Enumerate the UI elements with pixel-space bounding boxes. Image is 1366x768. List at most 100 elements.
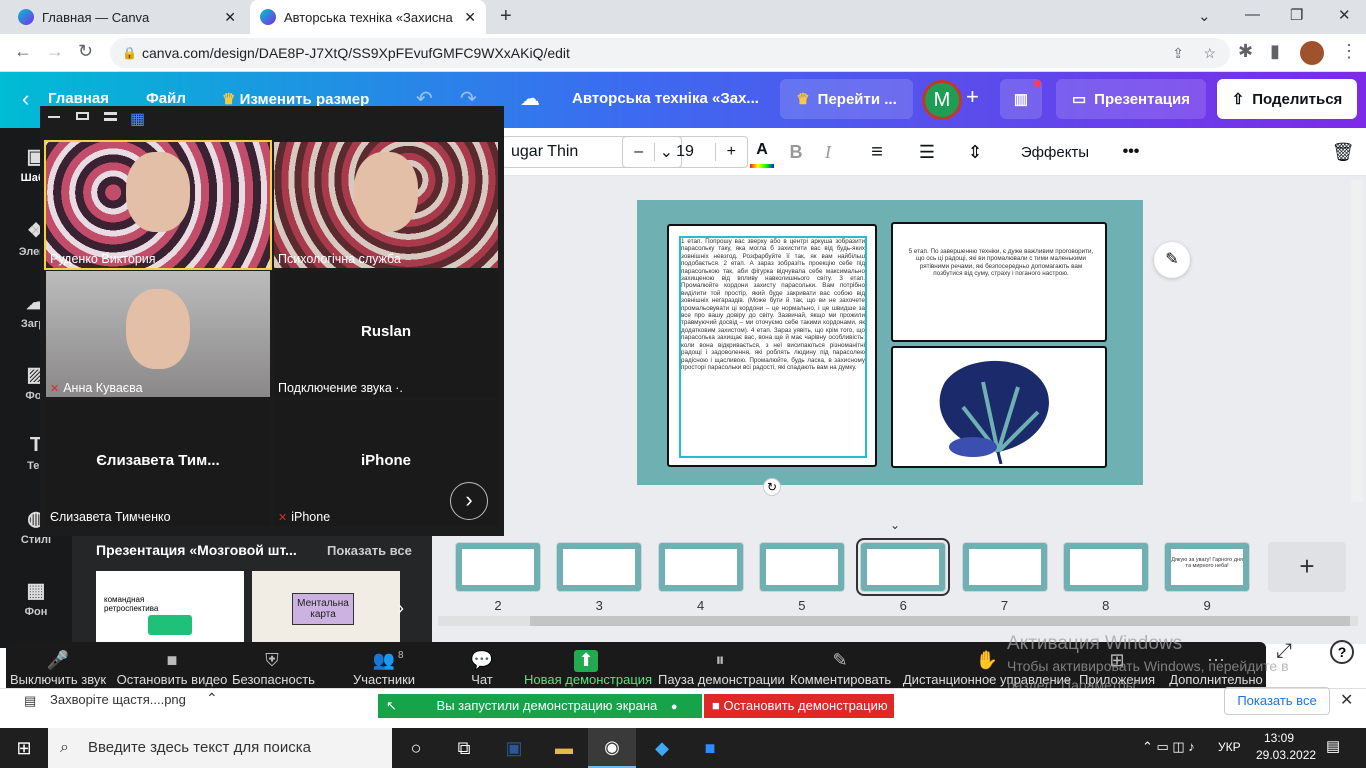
maximize-button[interactable]: ❐ (1290, 6, 1303, 24)
document-title[interactable]: Авторська техніка «Зах... (572, 90, 759, 107)
new-tab-button[interactable]: + (500, 5, 512, 28)
spacing-icon[interactable]: ⇕ (962, 136, 988, 168)
minimize-button[interactable]: — (1245, 6, 1260, 23)
page-thumbnail[interactable] (1062, 542, 1149, 592)
filmstrip-scrollbar[interactable] (438, 616, 1358, 626)
template-card-mindmap[interactable]: Ментальна карта (252, 571, 400, 648)
editor-scrollbar[interactable] (1351, 180, 1363, 502)
participant-tile[interactable]: Єлизавета Тим... Єлизавета Тимченко (46, 400, 270, 526)
slide-page[interactable]: 1 етап. Попрошу вас зверху або в центрі … (637, 200, 1143, 485)
next-arrow-icon[interactable]: › (398, 598, 404, 619)
back-chevron-icon[interactable]: ‹ (22, 86, 29, 112)
ink-app-icon[interactable]: ◆ (638, 728, 686, 768)
url-field[interactable]: 🔒 canva.com/design/DAE8P-J7XtQ/SS9XpFEvu… (110, 38, 1230, 68)
close-download-bar-icon[interactable]: ✕ (1340, 690, 1353, 710)
close-tab-icon[interactable]: ✕ (224, 9, 236, 26)
page-thumbnail[interactable] (961, 542, 1048, 592)
muted-mic-icon: ✕ (50, 383, 60, 395)
add-collaborator-icon[interactable]: + (966, 84, 979, 110)
participant-tile[interactable]: Ruslan Подключение звука ·. (274, 271, 498, 397)
rail-background[interactable]: ▦ Фон (0, 578, 72, 618)
presentation-title[interactable]: Презентация «Мозговой шт... (96, 542, 297, 558)
sharing-indicator[interactable]: ↖ Вы запустили демонстрацию экрана ● (378, 694, 702, 718)
page-thumbnail[interactable] (556, 542, 643, 592)
present-button[interactable]: ▭ Презентация (1056, 79, 1206, 119)
zoom-control-label: Пауза демонстрации (658, 672, 785, 687)
bold-button[interactable]: B (784, 136, 808, 168)
collaborator-avatar[interactable]: M (922, 80, 962, 120)
tray-icons[interactable]: ⌃ ▭ ◫ ♪ (1142, 739, 1195, 755)
help-icon[interactable]: ? (1330, 640, 1354, 664)
tab-canva-home[interactable]: Главная — Canva ✕ (8, 0, 246, 34)
add-comment-icon[interactable]: ✎ (1154, 242, 1190, 278)
download-filename[interactable]: Захворіте щастя....png (50, 692, 186, 707)
reload-icon[interactable]: ↻ (78, 41, 93, 62)
side-panel-icon[interactable]: ▮ (1270, 41, 1280, 62)
increase-size-button[interactable]: + (716, 143, 747, 161)
single-view-icon[interactable] (76, 112, 89, 120)
close-tab-icon[interactable]: ✕ (464, 9, 476, 26)
show-all-downloads-button[interactable]: Показать все (1224, 687, 1330, 715)
minimize-view-icon[interactable] (48, 116, 60, 118)
selected-text-box[interactable]: 1 етап. Попрошу вас зверху або в центрі … (679, 236, 867, 458)
back-icon[interactable]: ← (14, 41, 32, 62)
show-all-link[interactable]: Показать все (327, 543, 412, 558)
clock-date[interactable]: 29.03.2022 (1256, 748, 1316, 762)
task-view-icon[interactable]: ⧉ (440, 728, 488, 768)
page-thumbnail[interactable] (758, 542, 845, 592)
template-card-retrospective[interactable]: командная ретроспектива (96, 571, 244, 648)
chrome-menu-icon[interactable]: ⋮ (1340, 41, 1358, 62)
more-options-button[interactable]: ••• (1116, 136, 1146, 168)
rotate-handle-icon[interactable]: ↻ (763, 478, 781, 496)
align-icon[interactable]: ≡ (864, 136, 890, 168)
extensions-icon[interactable]: ✱ (1238, 41, 1253, 62)
clock-time[interactable]: 13:09 (1264, 731, 1294, 745)
chrome-taskbar-icon[interactable]: ◉ (588, 728, 636, 768)
decrease-size-button[interactable]: – (623, 143, 654, 161)
taskbar-search-box[interactable]: ⌕ Введите здесь текст для поиска (48, 728, 392, 768)
tab-canva-design[interactable]: Авторська техніка «Захисна пар ✕ (250, 0, 486, 34)
notifications-icon[interactable]: ▤ (1326, 737, 1340, 755)
add-page-button[interactable]: + (1268, 542, 1346, 592)
share-button[interactable]: ⇧ Поделиться (1217, 79, 1357, 119)
language-indicator[interactable]: УКР (1218, 740, 1241, 754)
trash-icon[interactable]: 🗑 (1330, 136, 1356, 168)
participant-tile[interactable]: ✕ Анна Куваєва (46, 271, 270, 397)
file-explorer-icon[interactable]: ▬ (540, 728, 588, 768)
close-window-button[interactable]: ✕ (1338, 6, 1351, 24)
forward-icon[interactable]: → (46, 41, 64, 62)
share-page-icon[interactable]: ⇪ (1172, 38, 1184, 68)
list-icon[interactable]: ☰ (914, 136, 940, 168)
page-number: 6 (899, 598, 907, 613)
effects-button[interactable]: Эффекты (1010, 136, 1100, 168)
zoom-control-label: Новая демонстрация (524, 672, 653, 687)
page-thumbnail[interactable] (657, 542, 744, 592)
strip-view-icon[interactable] (104, 112, 117, 121)
next-page-button[interactable]: › (450, 482, 488, 520)
bookmark-star-icon[interactable]: ☆ (1203, 38, 1216, 68)
italic-button[interactable]: I (816, 136, 840, 168)
gallery-view-icon[interactable]: ▦ (130, 109, 145, 129)
participant-tile[interactable]: Психологічна служба (274, 142, 498, 268)
app-icon[interactable]: ▣ (490, 728, 538, 768)
text-color-button[interactable]: A (750, 136, 774, 168)
home-link[interactable]: Главная (48, 90, 109, 107)
upgrade-button[interactable]: ♛ Перейти ... (780, 79, 913, 119)
zoom-taskbar-icon[interactable]: ■ (686, 728, 734, 768)
cortana-icon[interactable]: ○ (392, 728, 440, 768)
participant-tile[interactable]: Руденко Виктория (44, 140, 272, 270)
windows-start-icon[interactable]: ⊞ (0, 728, 48, 768)
page-thumbnail[interactable] (856, 538, 951, 596)
font-size-input[interactable]: 19 (654, 143, 716, 161)
page-thumbnail[interactable] (455, 542, 541, 592)
page-thumbnail[interactable]: Дякую за увагу! Гарного дня та мирного н… (1164, 542, 1251, 592)
right-text[interactable]: 5 етап. По завершенню техніки, є дуже ва… (905, 248, 1097, 278)
profile-avatar[interactable] (1300, 41, 1324, 65)
leaf-image-card[interactable] (891, 346, 1107, 468)
tab-search-icon[interactable]: ⌄ (1198, 7, 1211, 25)
fullscreen-icon[interactable]: ⤢ (1276, 640, 1292, 663)
stop-share-button[interactable]: ■ Остановить демонстрацию (704, 694, 894, 718)
collapse-chevron-icon[interactable]: ⌄ (890, 518, 900, 532)
file-menu[interactable]: Файл (146, 90, 186, 107)
download-options-icon[interactable]: ⌃ (206, 690, 218, 707)
